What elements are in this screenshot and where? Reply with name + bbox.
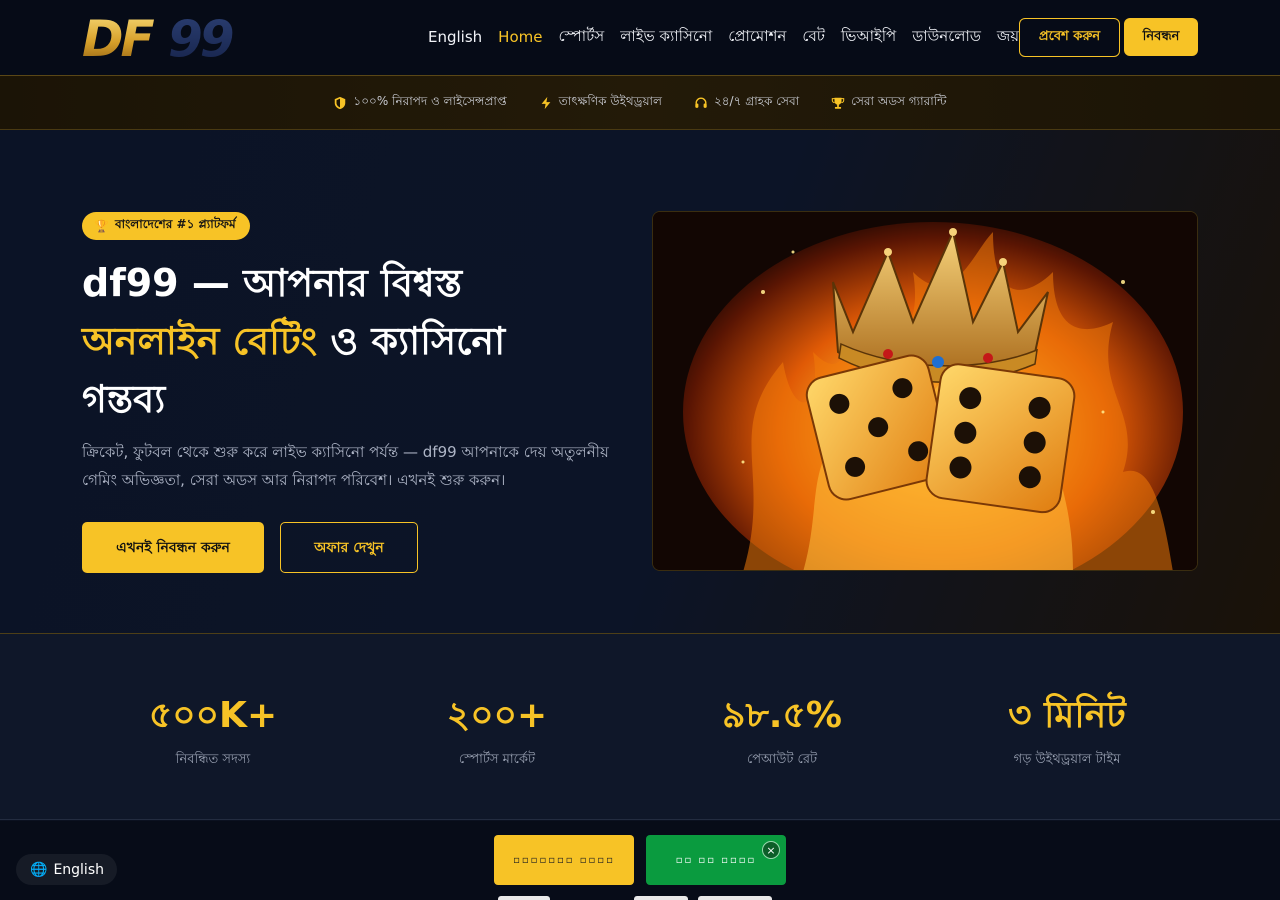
hero-description: ক্রিকেট, ফুটবল থেকে শুরু করে লাইভ ক্যাসি… xyxy=(82,443,609,489)
floating-green-button[interactable]: ▫▫ ▫▫ ▫▫▫▫ × xyxy=(646,835,786,885)
hero-title: df99 — আপনার বিশ্বস্ত অনলাইন বেটিং ও ক্য… xyxy=(82,254,642,428)
register-button[interactable]: নিবন্ধন xyxy=(1124,18,1198,56)
feature-withdraw: তাৎক্ষণিক উইথড্রয়াল xyxy=(539,93,662,113)
platform-badge: 🏆 বাংলাদেশের #১ প্ল্যাটফর্ম xyxy=(82,212,250,240)
trophy-icon: 🏆 xyxy=(94,219,109,233)
stats-section: ৫০০K+ নিবন্ধিত সদস্য ২০০+ স্পোর্টস মার্ক… xyxy=(0,634,1280,820)
crown-dice-illustration xyxy=(653,212,1197,570)
shield-icon xyxy=(335,96,346,109)
close-icon[interactable]: × xyxy=(762,841,780,859)
feature-secure: ১০০% নিরাপদ ও লাইসেন্সপ্রাপ্ত xyxy=(333,93,507,113)
stat-members-value: ৫০০K+ xyxy=(148,695,278,736)
feature-odds: সেরা অডস গ্যারান্টি xyxy=(831,93,947,113)
headset-icon xyxy=(695,97,707,108)
peek-element xyxy=(698,896,772,900)
stat-withdraw-time-label: গড় উইথড্রয়াল টাইম xyxy=(1013,752,1121,767)
hero-section: 🏆 বাংলাদেশের #১ প্ল্যাটফর্ম df99 — আপনার… xyxy=(0,130,1280,634)
platform-badge-label: বাংলাদেশের #১ প্ল্যাটফর্ম xyxy=(114,217,236,231)
floating-yellow-label: ▫▫▫▫▫▫▫ ▫▫▫▫ xyxy=(513,854,615,866)
stat-payout-label: পেআউট রেট xyxy=(746,752,818,767)
nav-win[interactable]: জয় xyxy=(997,25,1019,50)
globe-icon: 🌐 xyxy=(30,861,48,878)
floating-green-label: ▫▫ ▫▫ ▫▫▫▫ xyxy=(675,854,757,866)
svg-text:99: 99 xyxy=(168,12,233,62)
main-nav: English Home স্পোর্টস লাইভ ক্যাসিনো প্রো… xyxy=(428,24,1035,50)
nav-english[interactable]: English xyxy=(428,28,482,46)
peek-element xyxy=(498,896,550,900)
footer-area: 🌐 English ▫▫▫▫▫▫▫ ▫▫▫▫ ▫▫ ▫▫ ▫▫▫▫ × xyxy=(0,821,1280,900)
site-header: DF 99 English Home স্পোর্টস লাইভ ক্যাসিন… xyxy=(0,0,1280,76)
register-now-button[interactable]: এখনই নিবন্ধন করুন xyxy=(82,522,264,573)
feature-strip: ১০০% নিরাপদ ও লাইসেন্সপ্রাপ্ত তাৎক্ষণিক … xyxy=(0,76,1280,130)
feature-support-label: ২৪/৭ গ্রাহক সেবা xyxy=(713,93,800,108)
feature-secure-label: ১০০% নিরাপদ ও লাইসেন্সপ্রাপ্ত xyxy=(353,93,507,108)
nav-download[interactable]: ডাউনলোড xyxy=(912,25,981,50)
nav-home[interactable]: Home xyxy=(498,28,542,46)
language-label: English xyxy=(53,861,104,878)
stat-payout-value: ৯৮.৫% xyxy=(722,695,842,736)
peek-element xyxy=(634,896,688,900)
hero-title-part2: ও ক্যাসিনো xyxy=(317,319,506,363)
hero-title-part1: df99 — আপনার বিশ্বস্ত xyxy=(82,261,463,305)
feature-withdraw-label: তাৎক্ষণিক উইথড্রয়াল xyxy=(558,93,662,108)
svg-text:DF: DF xyxy=(82,12,155,62)
trophy-icon xyxy=(831,97,845,109)
feature-support: ২৪/৭ গ্রাহক সেবা xyxy=(694,93,799,113)
hero-title-highlight: অনলাইন বেটিং xyxy=(82,319,318,363)
nav-promotion[interactable]: প্রোমোশন xyxy=(728,25,786,50)
stat-markets-value: ২০০+ xyxy=(446,695,548,736)
login-button[interactable]: প্রবেশ করুন xyxy=(1019,18,1120,57)
stat-members-label: নিবন্ধিত সদস্য xyxy=(175,752,251,767)
stat-withdraw-time-value: ৩ মিনিট xyxy=(1008,695,1126,736)
nav-vip[interactable]: ভিআইপি xyxy=(841,25,896,50)
hero-crown-dice-image xyxy=(652,211,1198,571)
view-offers-button[interactable]: অফার দেখুন xyxy=(280,522,418,573)
language-switcher[interactable]: 🌐 English xyxy=(16,854,117,885)
floating-yellow-button[interactable]: ▫▫▫▫▫▫▫ ▫▫▫▫ xyxy=(494,835,634,885)
feature-odds-label: সেরা অডস গ্যারান্টি xyxy=(851,93,947,108)
hero-title-part3: গন্তব্য xyxy=(82,377,166,421)
nav-bet[interactable]: বেট xyxy=(802,25,825,50)
nav-live-casino[interactable]: লাইভ ক্যাসিনো xyxy=(620,25,712,50)
stat-markets-label: স্পোর্টস মার্কেট xyxy=(458,752,536,767)
lightning-icon xyxy=(541,96,551,109)
nav-sports[interactable]: স্পোর্টস xyxy=(558,25,604,50)
df99-logo[interactable]: DF 99 xyxy=(82,12,272,62)
